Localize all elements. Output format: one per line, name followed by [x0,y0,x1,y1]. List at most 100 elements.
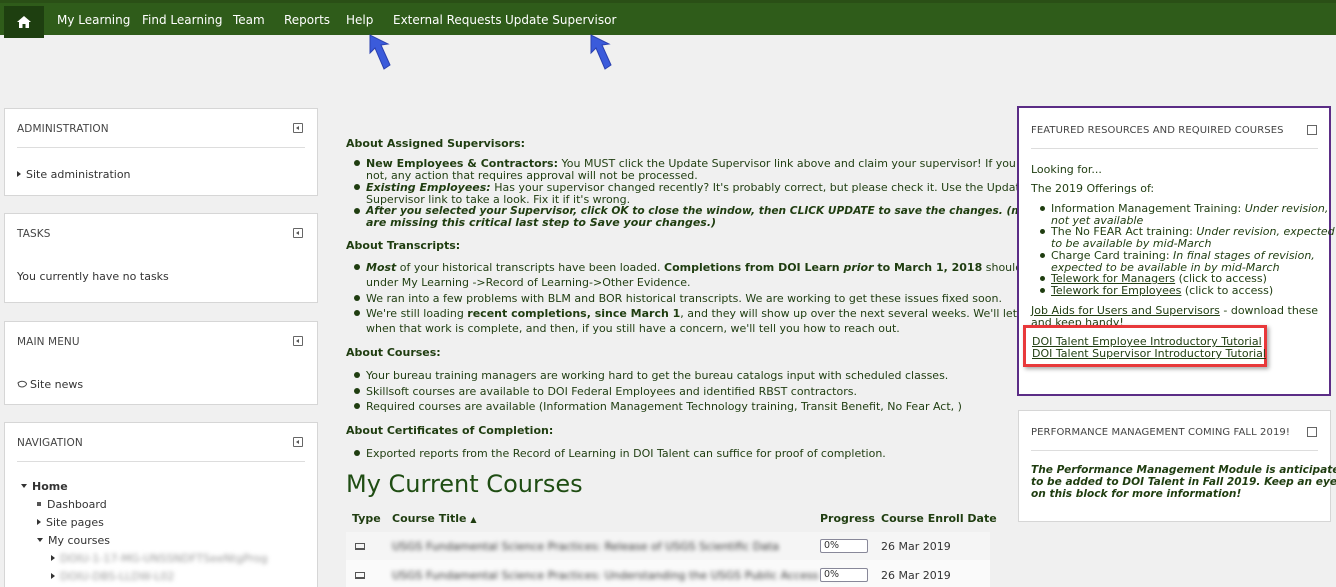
nav-dashboard[interactable]: Dashboard [37,498,107,511]
administration-title: ADMINISTRATION [17,123,109,135]
transcript-note-3-cont: when that work is complete, and then, if… [366,322,900,335]
no-tasks-text: You currently have no tasks [17,270,169,283]
sort-asc-icon: ▲ [470,515,477,524]
bullet [354,310,360,316]
divider [1031,450,1318,451]
supervisors-heading: About Assigned Supervisors: [346,137,526,150]
divider [17,461,305,462]
supervisor-tutorial-link[interactable]: DOI Talent Supervisor Introductory Tutor… [1032,347,1266,360]
annotation-arrow-help [369,34,391,70]
collapse-icon[interactable] [293,228,303,238]
navigation-title: NAVIGATION [17,437,83,449]
performance-text-2: to be added to DOI Talent in Fall 2019. … [1031,476,1336,488]
divider [17,147,305,148]
nav-external-requests[interactable]: External Requests [393,13,502,27]
nav-site-pages[interactable]: Site pages [37,516,104,529]
collapse-icon[interactable] [293,437,303,447]
chevron-down-icon [37,538,43,542]
courses-note-1: Your bureau training managers are workin… [366,369,949,382]
nav-my-learning[interactable]: My Learning [57,13,130,27]
col-header-progress[interactable]: Progress [820,512,875,525]
enroll-date: 26 Mar 2019 [881,540,951,553]
collapse-icon[interactable] [293,336,303,346]
nav-update-supervisor[interactable]: Update Supervisor [505,13,616,27]
nav-course-item[interactable]: DOIU-1-17-MG-UNSSNDFTSeeNtgProg [51,552,268,565]
laptop-icon [355,572,365,579]
nav-home[interactable]: Home [21,480,68,493]
nav-reports[interactable]: Reports [284,13,330,27]
collapse-icon[interactable] [1307,427,1317,437]
supervisor-note-3-cont: are missing this critical last step to S… [366,216,717,229]
chevron-right-icon [17,171,21,177]
my-current-courses-title: My Current Courses [346,470,583,498]
bullet [354,264,360,270]
collapse-icon[interactable] [1307,125,1317,135]
col-header-type[interactable]: Type [352,512,381,525]
performance-text-3: on this block for more information! [1031,488,1242,500]
nav-help[interactable]: Help [346,13,373,27]
bullet [1040,229,1045,234]
collapse-icon[interactable] [293,123,303,133]
bullet [354,208,360,214]
tasks-title: TASKS [17,228,51,240]
tasks-block: TASKS You currently have no tasks [4,213,318,303]
courses-heading: About Courses: [346,346,441,359]
certificates-note-1: Exported reports from the Record of Lear… [366,447,886,460]
laptop-icon [355,543,365,550]
bullet [354,184,360,190]
chevron-right-icon [51,555,55,561]
administration-block: ADMINISTRATION Site administration [4,108,318,196]
navigation-block: NAVIGATION Home Dashboard Site pages My … [4,422,318,587]
top-nav-bar: My Learning Find Learning Team Reports H… [0,0,1336,38]
col-header-enroll-date[interactable]: Course Enroll Date [881,512,997,525]
looking-for-text: Looking for... [1031,163,1102,176]
bullet [354,450,360,456]
divider [1031,148,1318,149]
courses-note-2: Skillsoft courses are available to DOI F… [366,385,857,398]
enroll-date: 26 Mar 2019 [881,569,951,582]
offerings-text: The 2019 Offerings of: [1031,182,1155,195]
chevron-right-icon [37,519,41,525]
transcript-note-3: We're still loading recent completions, … [366,307,1074,320]
progress-bar: 0% [820,539,868,553]
telework-employees-item: Telework for Employees (click to access) [1051,284,1274,297]
featured-title: FEATURED RESOURCES AND REQUIRED COURSES [1031,125,1284,136]
course-title-link[interactable]: USGS Fundamental Science Practices: Rele… [392,540,779,553]
main-menu-title: MAIN MENU [17,336,80,348]
telework-employees-link[interactable]: Telework for Employees [1051,284,1181,297]
transcript-note-2: We ran into a few problems with BLM and … [366,292,1002,305]
home-button[interactable] [4,6,44,38]
course-title-link[interactable]: USGS Fundamental Science Practices: Unde… [392,569,845,582]
main-menu-block: MAIN MENU Site news [4,321,318,405]
courses-note-3: Required courses are available (Informat… [366,400,962,413]
performance-text-1: The Performance Management Module is ant… [1031,464,1336,476]
transcript-note-1-cont: under My Learning ->Record of Learning->… [366,276,691,289]
performance-title: PERFORMANCE MANAGEMENT COMING FALL 2019! [1031,427,1290,438]
bullet [1040,206,1045,211]
bullet [354,388,360,394]
bullet-icon [37,502,41,506]
bullet [354,403,360,409]
transcripts-heading: About Transcripts: [346,239,461,252]
nav-course-item[interactable]: DOIU-DBS-LLDW-L02 [51,570,174,583]
bullet [1040,276,1045,281]
certificates-heading: About Certificates of Completion: [346,424,554,437]
bullet [1040,253,1045,258]
transcript-note-1: Most of your historical transcripts have… [366,261,1072,274]
bullet [354,372,360,378]
nav-team[interactable]: Team [233,13,265,27]
nav-my-courses[interactable]: My courses [37,534,110,547]
site-news-link[interactable]: Site news [17,378,83,391]
home-icon [17,16,31,28]
bullet [354,160,360,166]
nav-find-learning[interactable]: Find Learning [142,13,223,27]
bullet [354,295,360,301]
news-icon [17,380,27,388]
progress-bar: 0% [820,568,868,582]
col-header-course-title[interactable]: Course Title ▲ [392,512,477,525]
site-administration-link[interactable]: Site administration [17,168,131,181]
annotation-arrow-update-supervisor [590,34,612,70]
chevron-right-icon [51,573,55,579]
chevron-down-icon [21,484,27,488]
bullet [1040,288,1045,293]
